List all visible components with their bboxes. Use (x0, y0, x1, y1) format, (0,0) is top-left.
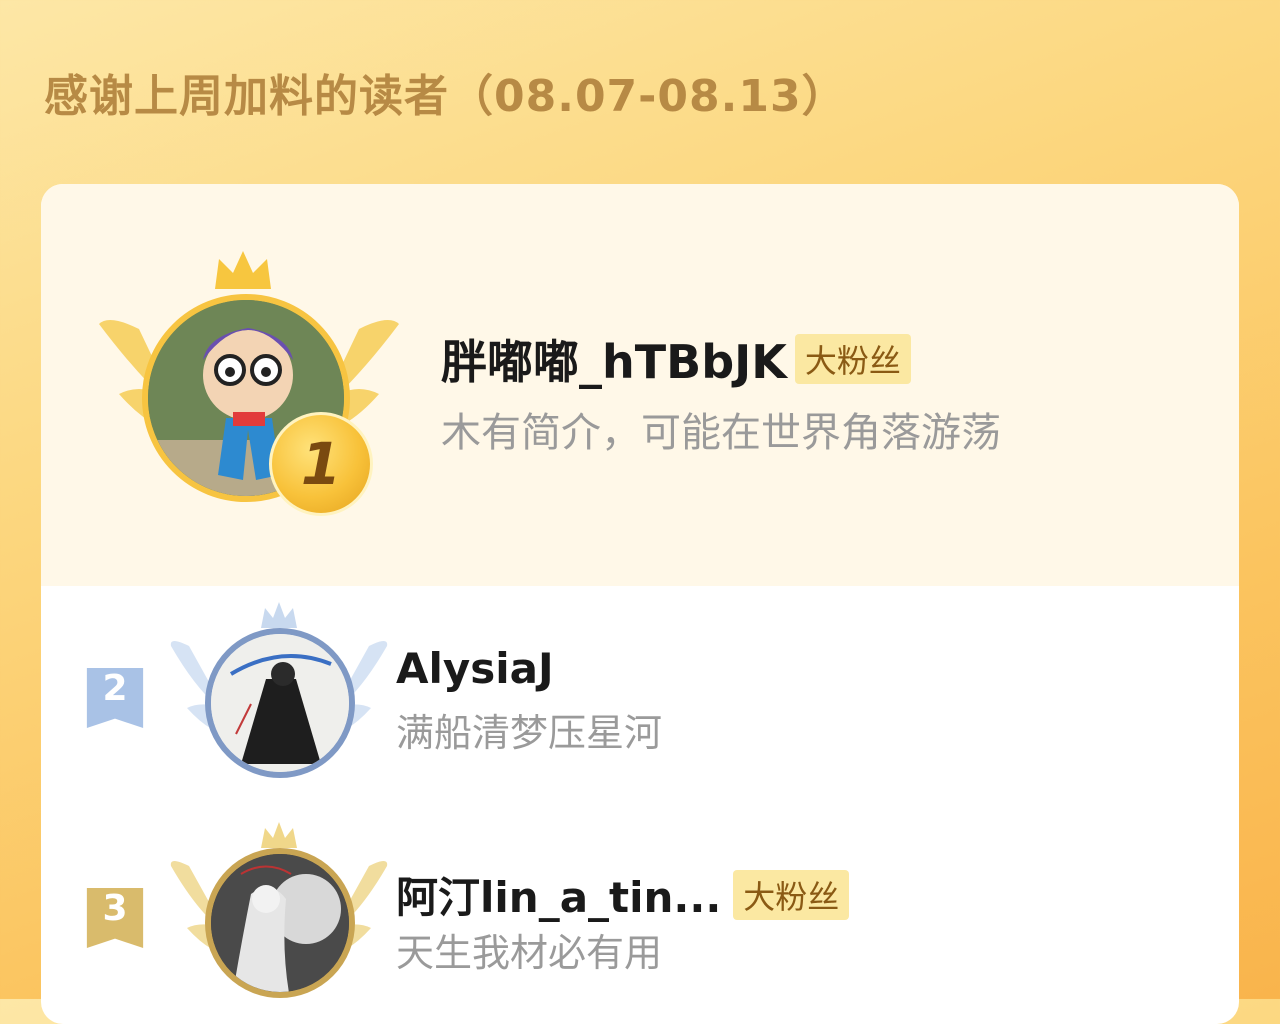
avatar[interactable] (205, 848, 355, 998)
reader-name-text[interactable]: 阿汀lin_a_tin... (396, 873, 721, 922)
reader-name[interactable]: 胖嘟嘟_hTBbJK 大粉丝 (441, 326, 911, 392)
reader-name-text[interactable]: 胖嘟嘟_hTBbJK (441, 335, 787, 389)
avatar[interactable] (205, 628, 355, 778)
fan-tag: 大粉丝 (794, 334, 911, 384)
reader-name[interactable]: AlysiaJ (396, 644, 554, 693)
reader-bio: 天生我材必有用 (396, 931, 663, 975)
reader-bio: 木有简介，可能在世界角落游荡 (441, 410, 1001, 456)
rank-number-2: 2 (102, 668, 128, 709)
reader-ranking-card: 1 胖嘟嘟_hTBbJK 大粉丝 木有简介，可能在世界角落游荡 2 AlysiaJ… (41, 184, 1239, 1024)
crown-icon (215, 251, 271, 289)
page-title: 感谢上周加料的读者（08.07-08.13） (44, 71, 847, 122)
rank-badge-1: 1 (269, 412, 373, 516)
reader-name[interactable]: 阿汀lin_a_tin... 大粉丝 (396, 864, 850, 925)
fan-tag: 大粉丝 (733, 870, 850, 920)
rank-number-3: 3 (102, 888, 128, 929)
reader-bio: 满船清梦压星河 (396, 711, 663, 755)
